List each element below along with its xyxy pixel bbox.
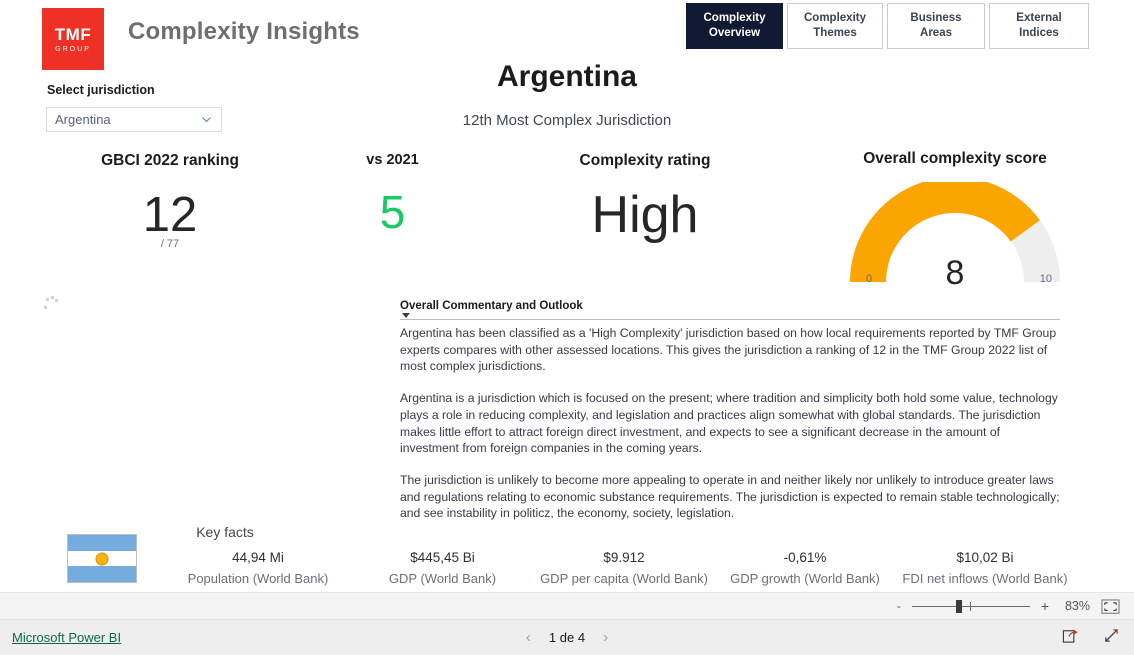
- zoom-in-button[interactable]: +: [1041, 599, 1049, 613]
- overall-complexity-score-gauge: Overall complexity score 8 0 10: [830, 150, 1080, 292]
- key-fact-label: GDP growth (World Bank): [730, 571, 880, 586]
- zoom-out-button[interactable]: -: [897, 600, 901, 612]
- commentary-title: Overall Commentary and Outlook: [400, 300, 583, 312]
- commentary-paragraph: Argentina has been classified as a 'High…: [400, 326, 1057, 374]
- page-indicator: 1 de 4: [548, 630, 586, 645]
- kpi-gbci-ranking-caption: GBCI 2022 ranking: [101, 152, 239, 169]
- tab-complexity-themes[interactable]: Complexity Themes: [787, 3, 883, 49]
- gauge-max-label: 10: [1039, 273, 1052, 285]
- zoom-slider[interactable]: [911, 599, 1030, 613]
- key-fact-value: $9.912: [603, 550, 645, 565]
- gauge-min-label: 0: [866, 273, 873, 285]
- logo-primary-text: TMF: [54, 24, 92, 44]
- key-fact-value: $445,45 Bi: [410, 550, 475, 565]
- argentina-flag-icon: [67, 534, 137, 583]
- key-fact-population: 44,94 Mi Population (World Bank): [158, 550, 358, 586]
- zoom-slider-handle[interactable]: [955, 599, 962, 613]
- zoom-toolbar: - + 83%: [0, 592, 1134, 620]
- caret-down-icon[interactable]: [402, 313, 410, 318]
- loading-spinner-icon: [42, 295, 60, 313]
- gauge-graphic: 8 0 10: [850, 177, 1060, 292]
- jurisdiction-subtitle: 12th Most Complex Jurisdiction: [462, 112, 672, 129]
- commentary-paragraph: Argentina is a jurisdiction which is foc…: [400, 391, 1058, 456]
- key-fact-value: $10,02 Bi: [956, 550, 1014, 565]
- page-title: Complexity Insights: [128, 18, 360, 45]
- fullscreen-icon[interactable]: [1103, 627, 1120, 649]
- power-bi-report-page: TMF GROUP Complexity Insights Complexity…: [0, 0, 1134, 655]
- kpi-gbci-ranking-value: 12: [142, 188, 198, 242]
- gauge-value: 8: [945, 254, 965, 292]
- chevron-right-icon[interactable]: ›: [603, 630, 608, 645]
- tab-complexity-overview[interactable]: Complexity Overview: [686, 3, 783, 49]
- fit-to-page-icon[interactable]: [1101, 598, 1120, 614]
- key-fact-label: Population (World Bank): [187, 571, 329, 586]
- tab-bar: Complexity Overview Complexity Themes Bu…: [686, 3, 1089, 49]
- report-canvas: TMF GROUP Complexity Insights Complexity…: [0, 0, 1134, 592]
- kpi-gbci-ranking-total: / 77: [160, 238, 180, 251]
- overall-commentary-panel: Overall Commentary and Outlook Argentina…: [400, 300, 1060, 522]
- commentary-paragraph: The jurisdiction is unlikely to become m…: [400, 472, 1060, 521]
- kpi-complexity-rating-caption: Complexity rating: [579, 152, 711, 169]
- key-fact-value: 44,94 Mi: [232, 550, 284, 565]
- kpi-vs-previous-year: vs 2021 5: [300, 152, 485, 236]
- page-navigation: ‹ 1 de 4 ›: [0, 630, 1134, 645]
- kpi-complexity-rating: Complexity rating High: [520, 152, 770, 243]
- gauge-caption: Overall complexity score: [863, 150, 1047, 167]
- commentary-body: Argentina has been classified as a 'High…: [400, 325, 1060, 522]
- zoom-percent-label: 83%: [1064, 599, 1090, 613]
- key-fact-label: GDP per capita (World Bank): [540, 571, 708, 586]
- kpi-vs-previous-year-caption: vs 2021: [366, 152, 419, 168]
- share-icon[interactable]: [1062, 627, 1079, 649]
- report-footer: Microsoft Power BI ‹ 1 de 4 ›: [0, 620, 1134, 655]
- flag-sun-icon: [95, 552, 109, 565]
- logo-secondary-text: GROUP: [55, 45, 91, 53]
- key-fact-value: -0,61%: [783, 550, 827, 565]
- key-fact-label: GDP (World Bank): [388, 571, 497, 586]
- kpi-complexity-rating-value: High: [591, 186, 699, 244]
- commentary-divider: [400, 319, 1060, 320]
- tab-external-indices[interactable]: External Indices: [989, 3, 1089, 49]
- key-facts-title: Key facts: [196, 524, 254, 540]
- footer-actions: [1062, 627, 1120, 649]
- key-fact-gdp: $445,45 Bi GDP (World Bank): [350, 550, 535, 586]
- key-fact-fdi-net-inflows: $10,02 Bi FDI net inflows (World Bank): [890, 550, 1080, 586]
- key-fact-gdp-per-capita: $9.912 GDP per capita (World Bank): [528, 550, 720, 586]
- kpi-vs-previous-year-value: 5: [379, 186, 406, 238]
- key-fact-label: FDI net inflows (World Bank): [902, 571, 1068, 586]
- zoom-slider-tick: [969, 601, 971, 611]
- tab-business-areas[interactable]: Business Areas: [887, 3, 985, 49]
- jurisdiction-name: Argentina: [496, 60, 637, 93]
- kpi-gbci-ranking: GBCI 2022 ranking 12 / 77: [60, 152, 280, 250]
- chevron-left-icon[interactable]: ‹: [526, 630, 531, 645]
- key-fact-gdp-growth: -0,61% GDP growth (World Bank): [712, 550, 898, 586]
